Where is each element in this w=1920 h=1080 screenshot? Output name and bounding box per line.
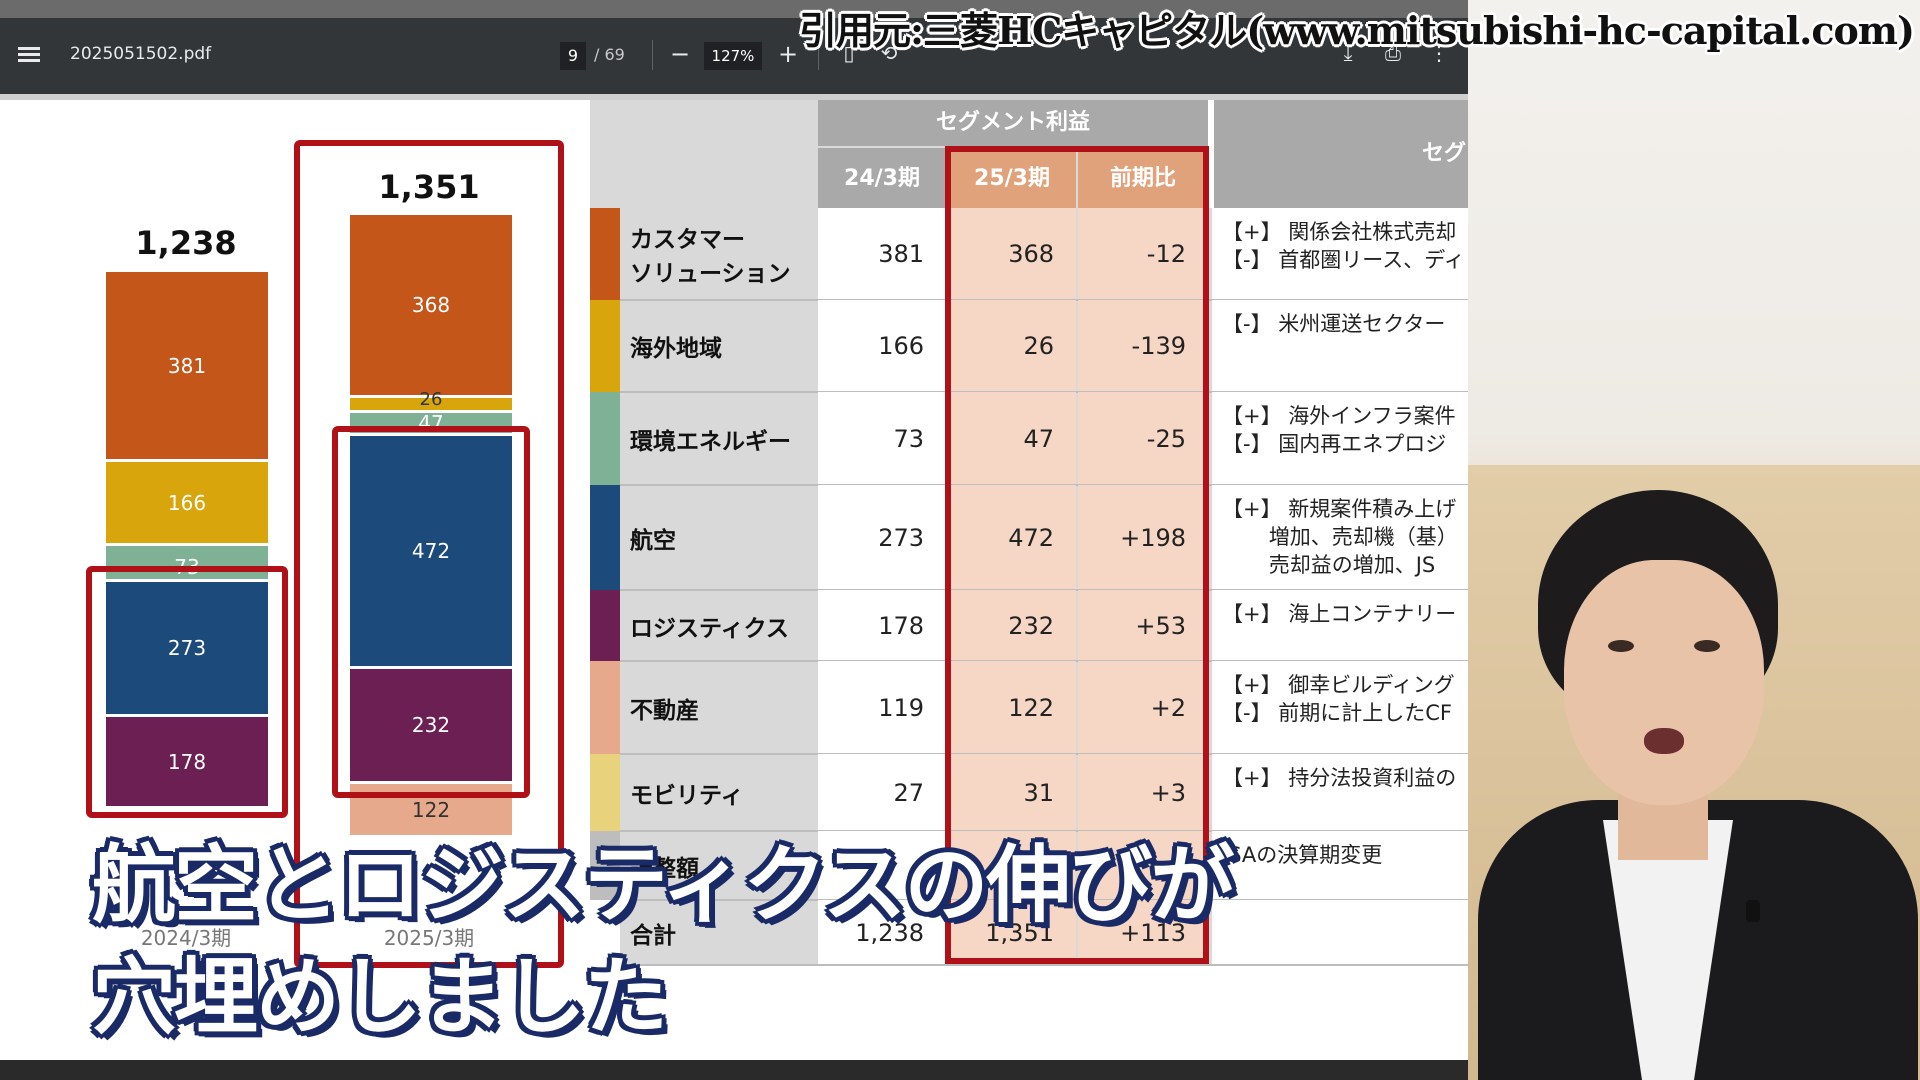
table-cell-v1: 381 [818, 208, 946, 300]
row-label: 航空 [630, 527, 676, 554]
toolbar-divider [652, 40, 653, 70]
row-color-swatch [590, 485, 620, 590]
presenter-eye [1694, 640, 1720, 652]
row-color-swatch [590, 208, 620, 300]
table-cell-v1: 178 [818, 590, 946, 661]
row-divider [620, 964, 1468, 966]
table-cell-v1: 273 [818, 485, 946, 590]
table-cell-note [1212, 900, 1468, 965]
row-label: ロジスティクス [630, 615, 789, 642]
presenter-mouth [1644, 728, 1684, 754]
viewer-bottom-bar [0, 1060, 1468, 1080]
row-color-swatch [590, 661, 620, 754]
subtitle-line-2: 穴埋めしました [92, 948, 668, 1046]
file-name: 2025051502.pdf [70, 44, 212, 64]
bar-total-2024: 1,238 [135, 224, 237, 262]
table-cell-note: 【-】 米州運送セクター [1212, 300, 1468, 392]
page-number-input[interactable]: 9 [560, 42, 586, 70]
source-credit: 引用元:三菱HCキャピタル(www.mitsubishi-hc-capital.… [799, 8, 1915, 53]
bar-segment: 381 [106, 272, 268, 462]
row-label: カスタマー ソリューション [630, 227, 791, 287]
presenter-video [1468, 0, 1920, 1080]
table-cell-note: 【+】 関係会社株式売却 【-】 首都圏リース、ディ [1212, 208, 1468, 300]
row-label: 不動産 [630, 697, 699, 724]
table-group-header-cut: セグ [1214, 100, 1468, 208]
col-header-2024: 24/3期 [818, 148, 946, 208]
table-cell-note: 【+】 新規案件積み上げ 増加、売却機（基） 売却益の増加、JS [1212, 485, 1468, 590]
zoom-level-input[interactable]: 127% [704, 42, 762, 70]
table-cell-v1: 73 [818, 392, 946, 485]
zoom-out-button[interactable]: − [670, 38, 690, 70]
presenter-face [1564, 560, 1764, 805]
table-cell-note: JSAの決算期変更 [1212, 831, 1468, 900]
subtitle-line-1: 航空とロジスティクスの伸びが [92, 836, 1234, 934]
bar-segment: 166 [106, 462, 268, 546]
menu-icon[interactable] [18, 44, 40, 66]
zoom-in-button[interactable]: + [778, 38, 798, 70]
table-cell-v1: 119 [818, 661, 946, 754]
page-total: / 69 [594, 45, 625, 64]
row-color-swatch [590, 392, 620, 485]
table-group-header: セグメント利益 [818, 100, 1208, 146]
row-color-swatch [590, 590, 620, 661]
highlight-box-2025-aviation-logistics [332, 426, 530, 798]
row-label: 海外地域 [630, 336, 722, 362]
highlight-box-2024-aviation-logistics [86, 566, 288, 818]
table-cell-v1: 166 [818, 300, 946, 392]
table-cell-note: 【+】 海外インフラ案件 【-】 国内再エネプロジ [1212, 392, 1468, 485]
lapel-mic [1746, 900, 1760, 922]
table-cell-note: 【+】 海上コンテナリー [1212, 590, 1468, 661]
table-cell-note: 【+】 持分法投資利益の [1212, 754, 1468, 831]
row-label: 環境エネルギー [630, 428, 791, 455]
row-color-swatch [590, 300, 620, 392]
table-cell-note: 【+】 御幸ビルディング 【-】 前期に計上したCF [1212, 661, 1468, 754]
presenter-eye [1608, 640, 1634, 652]
